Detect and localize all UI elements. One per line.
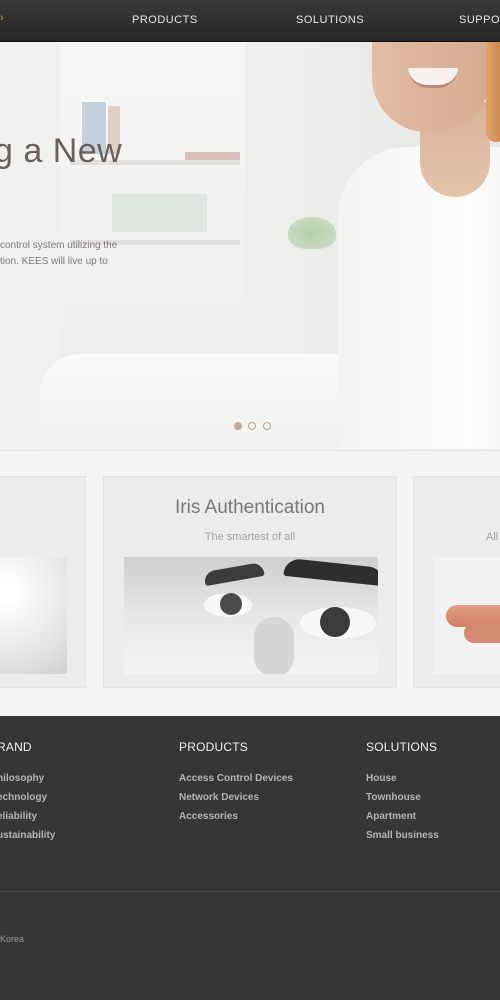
- iris-shape: [220, 593, 242, 615]
- hero-person-shirt: [338, 147, 500, 449]
- footer-link[interactable]: Access Control Devices: [179, 769, 293, 788]
- footer-link[interactable]: Accessories: [179, 807, 293, 826]
- hand-image: [434, 557, 500, 674]
- slider-dot-3[interactable]: [262, 422, 271, 430]
- footer-column-brand: RAND hilosophy echnology eliability usta…: [0, 740, 55, 845]
- feature-image-left: [0, 557, 67, 674]
- footer-heading: RAND: [0, 740, 32, 754]
- slider-dot-1[interactable]: [234, 422, 242, 430]
- footer-column-solutions: SOLUTIONS House Townhouse Apartment Smal…: [366, 740, 439, 845]
- hero-description-line: control system utilizing the: [0, 240, 118, 251]
- iris-eye-image: [124, 557, 378, 674]
- eyebrow-shape: [203, 561, 265, 587]
- footer-heading: PRODUCTS: [179, 740, 248, 754]
- feature-card-right[interactable]: All: [413, 476, 500, 688]
- hero-shelf-box: [112, 194, 207, 232]
- hero-description: control system utilizing the tion. KEES …: [0, 238, 130, 270]
- feature-cards: Iris Authentication The smartest of all …: [0, 450, 500, 715]
- footer-link[interactable]: House: [366, 769, 439, 788]
- footer-divider: [0, 891, 500, 892]
- nav-item-products[interactable]: PRODUCTS: [132, 14, 198, 26]
- footer-heading: SOLUTIONS: [366, 740, 438, 754]
- card-subtitle: All: [486, 531, 499, 543]
- footer-link[interactable]: Apartment: [366, 807, 439, 826]
- footer-copyright: Korea: [0, 934, 25, 944]
- feature-card-iris[interactable]: Iris Authentication The smartest of all: [103, 476, 397, 688]
- nose-shape: [254, 617, 294, 674]
- feature-card-left[interactable]: [0, 476, 86, 688]
- hero-description-line: tion. KEES will live up to: [0, 256, 108, 267]
- top-navigation: › PRODUCTS SOLUTIONS SUPPORT: [0, 0, 500, 42]
- card-title: Iris Authentication: [175, 497, 325, 518]
- footer-link[interactable]: ustainability: [0, 826, 55, 845]
- hero-slider: g a New control system utilizing the tio…: [0, 42, 500, 449]
- footer-link[interactable]: Network Devices: [179, 788, 293, 807]
- slider-pagination: [234, 422, 273, 432]
- hero-shelf-item: [185, 152, 240, 160]
- hero-second-person-hair: [486, 42, 500, 142]
- hero-headline: g a New: [0, 132, 123, 170]
- nav-item-solutions[interactable]: SOLUTIONS: [296, 14, 364, 26]
- footer-link[interactable]: Small business: [366, 826, 439, 845]
- footer-link[interactable]: hilosophy: [0, 769, 55, 788]
- footer-link[interactable]: echnology: [0, 788, 55, 807]
- eyebrow-shape: [283, 557, 378, 587]
- footer-column-products: PRODUCTS Access Control Devices Network …: [179, 740, 293, 826]
- hand-shape: [464, 623, 500, 643]
- nav-edge-marker: ›: [0, 12, 4, 24]
- footer-link[interactable]: eliability: [0, 807, 55, 826]
- slider-dot-2[interactable]: [248, 422, 257, 430]
- site-footer: RAND hilosophy echnology eliability usta…: [0, 716, 500, 1000]
- footer-link[interactable]: Townhouse: [366, 788, 439, 807]
- nav-item-support[interactable]: SUPPORT: [459, 14, 500, 26]
- iris-shape: [320, 607, 350, 637]
- hero-plant: [288, 217, 336, 249]
- card-subtitle: The smartest of all: [204, 531, 296, 543]
